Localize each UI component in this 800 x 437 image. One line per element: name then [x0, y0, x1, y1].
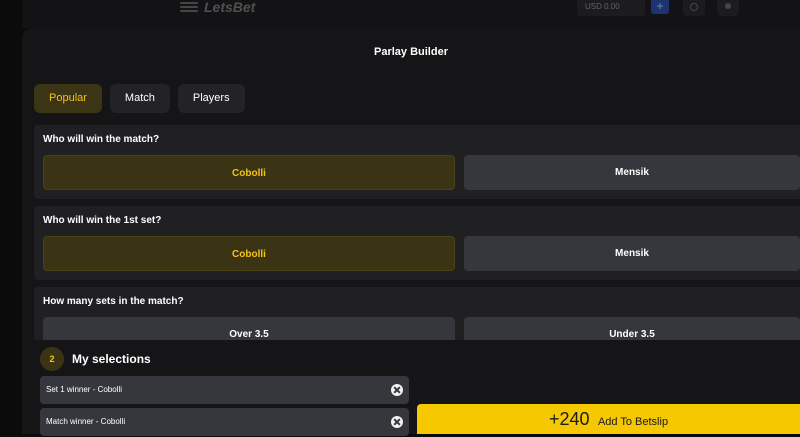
- market-question: Who will win the match?: [43, 134, 160, 145]
- market-question: How many sets in the match?: [43, 296, 184, 307]
- option-cobolli[interactable]: Cobolli: [43, 155, 455, 190]
- market-first-set-winner: Who will win the 1st set? Cobolli Mensik: [34, 206, 800, 280]
- market-match-winner: Who will win the match? Cobolli Mensik: [34, 125, 800, 199]
- deposit-button[interactable]: +: [651, 0, 669, 14]
- selection-item: Set 1 winner - Cobolli: [40, 376, 409, 404]
- option-mensik[interactable]: Mensik: [464, 155, 800, 190]
- modal-title: Parlay Builder: [374, 46, 448, 58]
- balance-display[interactable]: USD 0.00: [577, 0, 645, 16]
- add-to-betslip-label: Add To Betslip: [597, 416, 669, 428]
- site-header: LetsBet USD 0.00 +: [22, 0, 800, 28]
- menu-icon[interactable]: [180, 2, 198, 12]
- selection-count-badge: 2: [40, 347, 64, 371]
- tab-bar: Popular Match Players: [34, 84, 245, 113]
- selection-label: Match winner - Cobolli: [46, 417, 126, 426]
- close-icon[interactable]: [391, 384, 403, 396]
- market-question: Who will win the 1st set?: [43, 215, 162, 226]
- user-icon[interactable]: [717, 0, 739, 16]
- plus-icon: +: [656, 0, 664, 13]
- left-edge: [0, 0, 22, 434]
- selection-item: Match winner - Cobolli: [40, 408, 409, 436]
- parlay-odds: +240: [548, 409, 590, 429]
- close-icon[interactable]: [391, 416, 403, 428]
- selections-title: My selections: [72, 352, 151, 366]
- option-cobolli[interactable]: Cobolli: [43, 236, 455, 271]
- tab-match[interactable]: Match: [109, 84, 170, 113]
- selection-label: Set 1 winner - Cobolli: [46, 385, 123, 394]
- tab-popular[interactable]: Popular: [34, 84, 102, 113]
- option-mensik[interactable]: Mensik: [464, 236, 800, 271]
- logo-text: LetsBet: [204, 0, 256, 15]
- add-to-betslip-button[interactable]: +240 Add To Betslip: [417, 404, 800, 434]
- market-total-sets: How many sets in the match? Over 3.5 Und…: [34, 287, 800, 352]
- site-logo[interactable]: LetsBet: [180, 0, 256, 15]
- search-icon[interactable]: [683, 0, 705, 16]
- tab-players[interactable]: Players: [177, 84, 245, 113]
